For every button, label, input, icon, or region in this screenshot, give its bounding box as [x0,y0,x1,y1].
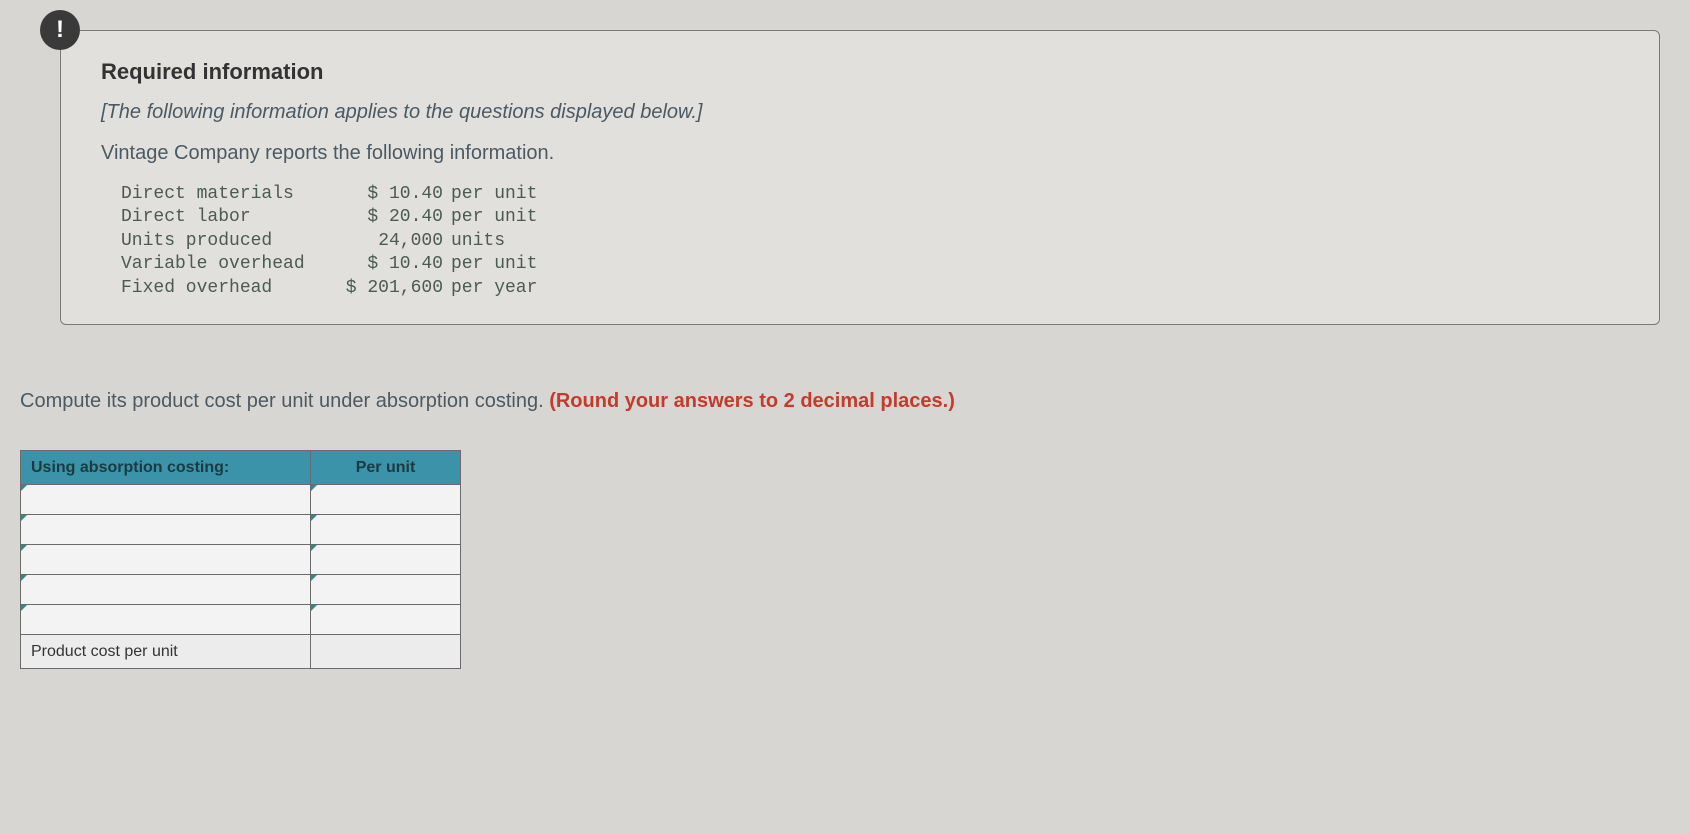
total-value-input[interactable] [311,635,461,669]
data-label: Units produced [121,230,341,253]
cost-item-input[interactable] [21,515,311,545]
table-header-perunit: Per unit [311,451,461,485]
data-label: Direct materials [121,183,341,206]
table-row [21,485,461,515]
data-unit: per unit [451,206,537,229]
required-information-panel: Required information [The following info… [60,30,1660,325]
panel-lead: Vintage Company reports the following in… [101,142,1619,165]
data-label: Direct labor [121,206,341,229]
data-block: Direct materials $ 10.40 per unit Direct… [121,183,1619,300]
cost-value-input[interactable] [311,515,461,545]
table-row [21,605,461,635]
cost-item-input[interactable] [21,485,311,515]
cost-item-input[interactable] [21,545,311,575]
cost-value-input[interactable] [311,545,461,575]
cost-item-input[interactable] [21,605,311,635]
data-row: Fixed overhead $ 201,600 per year [121,277,1619,300]
prompt-text: Compute its product cost per unit under … [20,390,549,412]
data-value: $ 20.40 [341,206,451,229]
data-row: Units produced 24,000 units [121,230,1619,253]
cost-item-input[interactable] [21,575,311,605]
table-row [21,575,461,605]
table-row [21,515,461,545]
cost-value-input[interactable] [311,575,461,605]
data-value: $ 10.40 [341,253,451,276]
table-total-row: Product cost per unit [21,635,461,669]
prompt-emphasis: (Round your answers to 2 decimal places.… [549,390,955,412]
data-value: 24,000 [341,230,451,253]
data-label: Fixed overhead [121,277,341,300]
total-label: Product cost per unit [21,635,311,669]
question-prompt: Compute its product cost per unit under … [20,390,1660,413]
data-unit: units [451,230,505,253]
answer-table: Using absorption costing: Per unit Produ… [20,450,461,669]
panel-heading: Required information [101,59,1619,85]
data-unit: per unit [451,183,537,206]
table-body: Product cost per unit [21,485,461,669]
table-row [21,545,461,575]
data-row: Direct materials $ 10.40 per unit [121,183,1619,206]
data-label: Variable overhead [121,253,341,276]
panel-note: [The following information applies to th… [101,101,1619,124]
data-unit: per unit [451,253,537,276]
data-row: Direct labor $ 20.40 per unit [121,206,1619,229]
data-value: $ 201,600 [341,277,451,300]
cost-value-input[interactable] [311,485,461,515]
table-header-method: Using absorption costing: [21,451,311,485]
data-row: Variable overhead $ 10.40 per unit [121,253,1619,276]
data-unit: per year [451,277,537,300]
alert-icon: ! [40,10,80,50]
data-value: $ 10.40 [341,183,451,206]
cost-value-input[interactable] [311,605,461,635]
